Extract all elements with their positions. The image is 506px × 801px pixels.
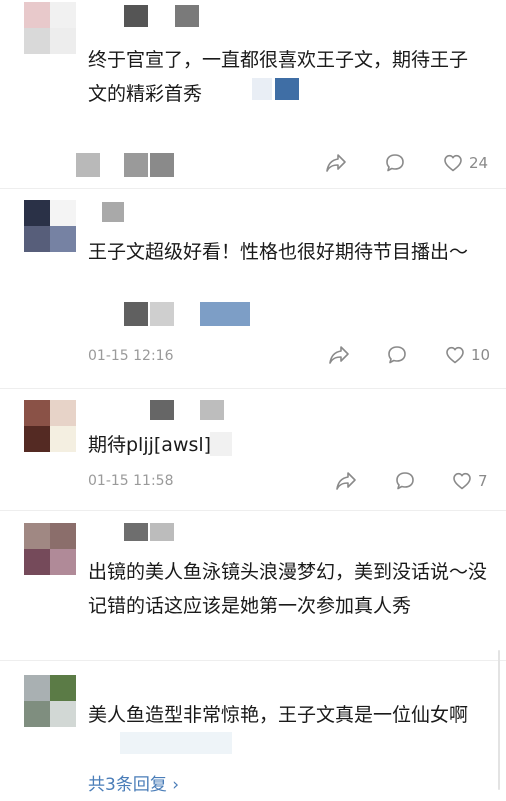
share-icon	[336, 472, 356, 490]
avatar[interactable]	[24, 523, 76, 575]
meta-mosaic	[124, 153, 148, 177]
share-button[interactable]	[327, 344, 351, 366]
inline-mosaic	[275, 78, 299, 100]
avatar-tile	[50, 200, 76, 226]
inline-mosaic	[150, 302, 174, 326]
username-mosaic	[200, 400, 224, 420]
scrollbar[interactable]	[498, 650, 500, 790]
avatar[interactable]	[24, 200, 76, 252]
username-mosaic[interactable]	[124, 523, 148, 541]
divider	[0, 510, 506, 511]
share-button[interactable]	[334, 470, 358, 492]
avatar-tile	[50, 426, 76, 452]
username-mosaic	[150, 523, 174, 541]
avatar-tile	[24, 426, 50, 452]
comment-icon	[386, 154, 404, 172]
comment-time: 01-15 11:58	[88, 473, 174, 489]
avatar-tile	[50, 28, 76, 54]
comment-text: 期待pljj[awsl]	[88, 434, 212, 456]
username-mosaic[interactable]	[150, 400, 174, 420]
heart-icon	[444, 154, 462, 172]
inline-mosaic	[120, 732, 232, 754]
comment-button[interactable]	[394, 470, 416, 492]
inline-mosaic	[124, 302, 148, 326]
username-mosaic[interactable]	[124, 5, 148, 27]
username-mosaic[interactable]	[102, 202, 124, 222]
like-count: 10	[471, 346, 491, 364]
like-count: 24	[469, 154, 489, 172]
like-button[interactable]: 10	[444, 344, 490, 366]
share-button[interactable]	[324, 152, 348, 174]
heart-icon	[446, 346, 464, 364]
share-icon	[329, 346, 349, 364]
comment-text: 出镜的美人鱼泳镜头浪漫梦幻，美到没话说～没记错的话这应该是她第一次参加真人秀	[88, 561, 488, 617]
avatar[interactable]	[24, 675, 76, 727]
avatar-tile	[24, 675, 50, 701]
avatar[interactable]	[24, 400, 76, 452]
comment-text: 终于官宣了，一直都很喜欢王子文，期待王子文的精彩首秀	[88, 49, 469, 105]
comment-text: 美人鱼造型非常惊艳，王子文真是一位仙女啊	[88, 704, 469, 726]
comment-time: 01-15 12:16	[88, 348, 174, 364]
comment-icon	[388, 346, 406, 364]
comment-button[interactable]	[384, 152, 406, 174]
heart-icon	[453, 472, 471, 490]
avatar-tile	[50, 226, 76, 252]
avatar[interactable]	[24, 2, 76, 54]
avatar-tile	[50, 549, 76, 575]
avatar-tile	[50, 2, 76, 28]
like-button[interactable]: 24	[442, 152, 488, 174]
divider	[0, 388, 506, 389]
avatar-tile	[50, 701, 76, 727]
divider	[0, 660, 506, 661]
like-button[interactable]: 7	[451, 470, 488, 492]
avatar-tile	[24, 226, 50, 252]
avatar-tile	[24, 2, 50, 28]
username-mosaic	[175, 5, 199, 27]
avatar-tile	[24, 200, 50, 226]
divider	[0, 188, 506, 189]
share-icon	[326, 154, 346, 172]
inline-mosaic	[210, 432, 232, 456]
avatar-tile	[24, 701, 50, 727]
like-count: 7	[478, 472, 488, 490]
avatar-tile	[50, 675, 76, 701]
inline-mosaic	[252, 78, 272, 100]
avatar-tile	[24, 28, 50, 54]
avatar-tile	[50, 400, 76, 426]
avatar-tile	[24, 549, 50, 575]
view-replies-link[interactable]: 共3条回复 ›	[88, 770, 179, 795]
meta-mosaic	[76, 153, 100, 177]
comment-icon	[396, 472, 414, 490]
avatar-tile	[24, 523, 50, 549]
comment-text: 王子文超级好看！性格也很好期待节目播出～	[88, 241, 469, 263]
meta-mosaic	[150, 153, 174, 177]
avatar-tile	[24, 400, 50, 426]
comment-button[interactable]	[386, 344, 408, 366]
inline-mosaic	[200, 302, 250, 326]
avatar-tile	[50, 523, 76, 549]
